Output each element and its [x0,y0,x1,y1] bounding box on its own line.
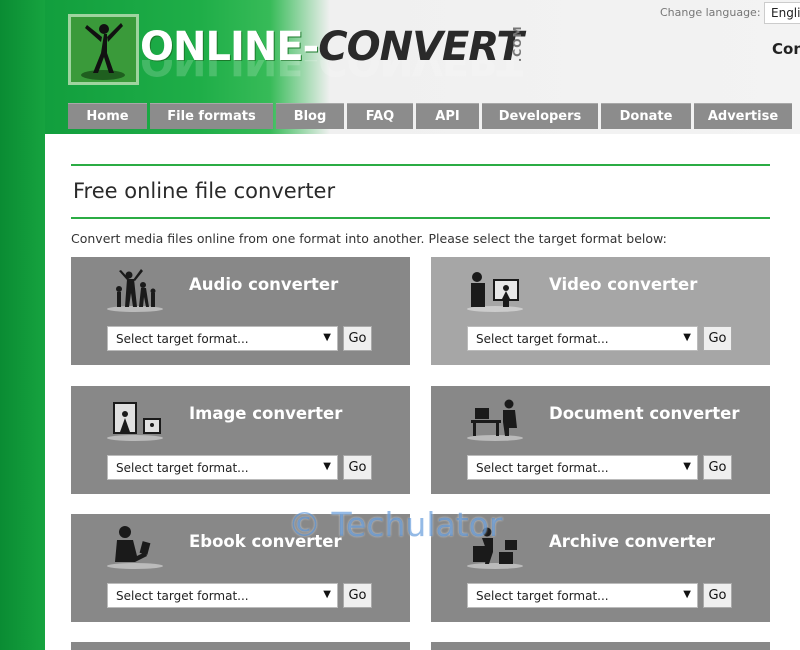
header-corner-text: Con [772,40,800,58]
next-card-top-edge [431,642,770,650]
watermark-text: © Techulator [288,505,503,544]
target-format-select[interactable]: Select target format... ▼ [467,326,698,351]
video-converter-card: Video converter Select target format... … [431,257,770,365]
image-converter-card: Image converter Select target format... … [71,386,410,494]
target-format-select[interactable]: Select target format... ▼ [107,326,338,351]
audio-converter-card: Audio converter Select target format... … [71,257,410,365]
nav-item-donate[interactable]: Donate [601,103,691,129]
select-placeholder: Select target format... [476,332,609,346]
logo-com-suffix: .COM [511,25,524,62]
target-format-select[interactable]: Select target format... ▼ [467,583,698,608]
card-title: Archive converter [549,532,715,551]
card-title: Image converter [189,404,343,423]
audio-people-icon [107,269,163,312]
select-placeholder: Select target format... [476,589,609,603]
go-button[interactable]: Go [703,455,732,480]
chevron-down-icon: ▼ [323,461,331,472]
target-format-select[interactable]: Select target format... ▼ [107,583,338,608]
select-placeholder: Select target format... [116,461,249,475]
card-title: Video converter [549,275,698,294]
chevron-down-icon: ▼ [683,332,691,343]
select-placeholder: Select target format... [476,461,609,475]
card-title: Audio converter [189,275,339,294]
nav-item-blog[interactable]: Blog [276,103,344,129]
change-language-label: Change language: [660,6,761,19]
select-placeholder: Select target format... [116,332,249,346]
go-button[interactable]: Go [703,583,732,608]
go-button[interactable]: Go [343,583,372,608]
logo-reflection: ONLINE-CONVERT [140,60,523,80]
document-desk-icon [467,399,523,441]
nav-item-home[interactable]: Home [68,103,147,129]
card-title: Document converter [549,404,740,423]
target-format-select[interactable]: Select target format... ▼ [107,455,338,480]
main-content: Free online file converter Convert media… [45,134,800,650]
go-button[interactable]: Go [703,326,732,351]
nav-item-file-formats[interactable]: File formats [150,103,273,129]
go-button[interactable]: Go [343,455,372,480]
nav-item-api[interactable]: API [416,103,479,129]
language-select[interactable]: English [764,2,800,24]
target-format-select[interactable]: Select target format... ▼ [467,455,698,480]
go-button[interactable]: Go [343,326,372,351]
video-icon [467,272,523,312]
ebook-reader-icon [107,526,163,569]
nav-item-faq[interactable]: FAQ [347,103,413,129]
chevron-down-icon: ▼ [323,332,331,343]
document-converter-card: Document converter Select target format.… [431,386,770,494]
nav-item-developers[interactable]: Developers [482,103,598,129]
nav-item-advertise[interactable]: Advertise [694,103,792,129]
logo-figure-icon[interactable] [68,14,139,85]
site-header: ONLINE-CONVERT ONLINE-CONVERT .COM Chang… [0,0,800,134]
next-card-top-edge [71,642,410,650]
chevron-down-icon: ▼ [683,589,691,600]
chevron-down-icon: ▼ [323,589,331,600]
main-nav: Home File formats Blog FAQ API Developer… [68,103,795,129]
image-icon [107,402,163,441]
intro-text: Convert media files online from one form… [71,231,667,246]
title-top-rule [71,164,770,166]
page-title: Free online file converter [73,179,336,203]
title-bottom-rule [71,217,770,219]
select-placeholder: Select target format... [116,589,249,603]
chevron-down-icon: ▼ [683,461,691,472]
